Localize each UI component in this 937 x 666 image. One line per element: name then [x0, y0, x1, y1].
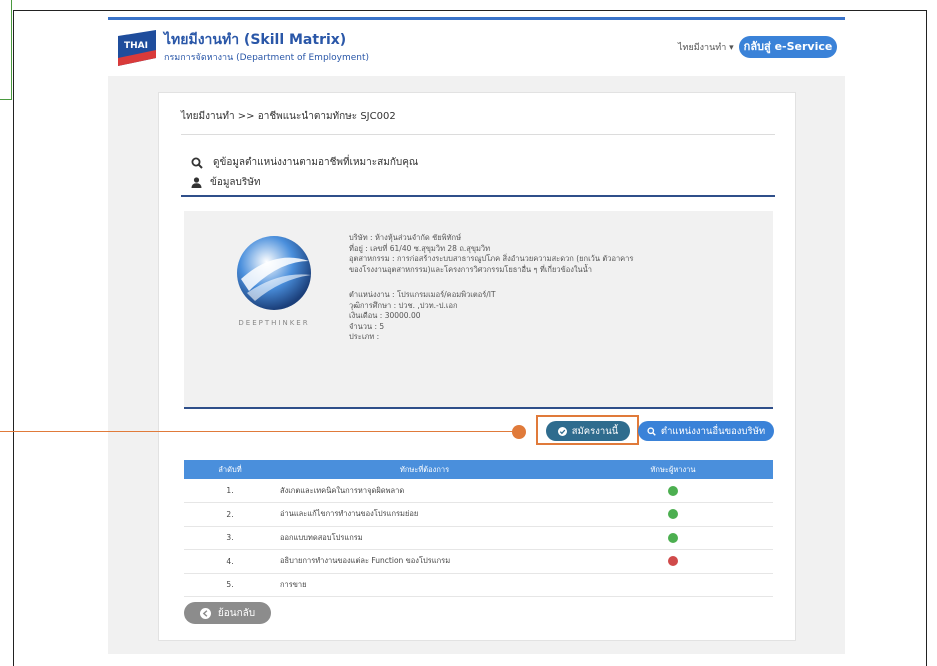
- company-address: ที่อยู่ : เลขที่ 61/40 ซ.สุขุมวิท 28 ถ.ส…: [349, 243, 491, 253]
- job-type: ประเภท :: [349, 332, 380, 341]
- svg-text:DEEPTHINKER: DEEPTHINKER: [238, 319, 309, 327]
- table-row: 2. อ่านและแก้ไขการทำงานของโปรแกรมย่อย: [184, 502, 773, 527]
- eservice-button[interactable]: กลับสู่ e-Service: [739, 36, 837, 58]
- row-number: 2.: [184, 502, 276, 527]
- check-circle-icon: [668, 532, 678, 543]
- check-circle-icon: [668, 509, 678, 520]
- job-position: ตำแหน่งงาน : โปรแกรมเมอร์/คอมพิวเตอร์/IT: [349, 290, 496, 299]
- table-row: 1. สังเกตและเทคนิคในการหาจุดผิดพลาด: [184, 479, 773, 503]
- apply-button[interactable]: สมัครงานนี้: [546, 421, 630, 441]
- row-skill: อ่านและแก้ไขการทำงานของโปรแกรมย่อย: [276, 502, 573, 527]
- other-jobs-button[interactable]: ตำแหน่งงานอื่นของบริษัท: [638, 421, 774, 441]
- company-logo-icon: DEEPTHINKER: [237, 236, 311, 327]
- company-heading-label: ข้อมูลบริษัท: [210, 177, 261, 188]
- row-number: 1.: [184, 479, 276, 503]
- table-row: 4. อธิบายการทำงานของแต่ละ Function ของโป…: [184, 549, 773, 574]
- site-header: THAI ไทยมีงานทำ (Skill Matrix) กรมการจัด…: [108, 20, 845, 76]
- annotation-dot: [512, 425, 526, 439]
- section-divider: [181, 195, 775, 197]
- company-name: บริษัท : ห้างหุ้นส่วนจำกัด ชัยพิทักษ์: [349, 233, 462, 242]
- search-heading-label: ดูข้อมูลตำแหน่งงานตามอาชีพที่เหมาะสมกับค…: [213, 157, 419, 168]
- back-button-label: ย้อนกลับ: [217, 607, 256, 619]
- row-number: 5.: [184, 573, 276, 597]
- job-count: จำนวน : 5: [349, 321, 385, 331]
- app-window: THAI ไทยมีงานทำ (Skill Matrix) กรมการจัด…: [108, 17, 845, 654]
- row-number: 3.: [184, 526, 276, 550]
- site-subtitle: กรมการจัดหางาน (Department of Employment…: [164, 53, 370, 63]
- site-title: ไทยมีงานทำ (Skill Matrix): [164, 32, 347, 48]
- content-card: ไทยมีงานทำ >> อาชีพแนะนำตามทักษะ SJC002 …: [158, 92, 796, 641]
- row-skill: อธิบายการทำงานของแต่ละ Function ของโปรแก…: [276, 549, 573, 574]
- table-row: 5. การขาย: [184, 573, 773, 597]
- company-info-panel: DEEPTHINKER บริษัท : ห้างหุ้นส่วนจำกัด ช…: [184, 211, 773, 407]
- job-salary: เงินเดือน : 30000.00: [349, 311, 421, 320]
- x-circle-icon: [668, 556, 678, 567]
- breadcrumb: ไทยมีงานทำ >> อาชีพแนะนำตามทักษะ SJC002: [181, 111, 396, 122]
- company-industry-2: ของโรงงานอุตสาหกรรม)และโครงการวิศวกรรมโย…: [349, 264, 593, 274]
- row-skill: การขาย: [276, 573, 573, 597]
- svg-text:THAI: THAI: [124, 41, 148, 51]
- other-jobs-button-label: ตำแหน่งงานอื่นของบริษัท: [660, 425, 766, 437]
- user-icon: [191, 177, 202, 188]
- thai-logo-icon: THAI: [118, 30, 156, 66]
- side-marker-box: [0, 0, 12, 100]
- search-heading: ดูข้อมูลตำแหน่งงานตามอาชีพที่เหมาะสมกับค…: [191, 155, 418, 170]
- row-skill: ออกแบบทดสอบโปรแกรม: [276, 526, 573, 550]
- check-circle-icon: [557, 426, 567, 436]
- company-details: บริษัท : ห้างหุ้นส่วนจำกัด ชัยพิทักษ์ ที…: [349, 233, 633, 343]
- col-header-required-skill: ทักษะที่ต้องการ: [276, 460, 573, 479]
- arrow-left-circle-icon: [199, 607, 211, 619]
- company-industry-1: อุตสาหกรรม : การก่อสร้างระบบสาธารณูปโภค …: [349, 254, 634, 263]
- company-heading: ข้อมูลบริษัท: [191, 175, 260, 190]
- panel-divider: [184, 407, 773, 409]
- divider: [181, 134, 775, 135]
- annotation-line: [0, 431, 513, 432]
- col-header-order: ลำดับที่: [184, 460, 276, 479]
- search-icon: [191, 157, 203, 169]
- row-number: 4.: [184, 549, 276, 574]
- back-button[interactable]: ย้อนกลับ: [184, 602, 271, 624]
- table-row: 3. ออกแบบทดสอบโปรแกรม: [184, 526, 773, 550]
- lang-dropdown[interactable]: ไทยมีงานทำ ▾: [678, 40, 734, 54]
- col-header-applicant-skill: ทักษะผู้หางาน: [573, 460, 773, 479]
- job-education: วุฒิการศึกษา : ปวช. ,ปวท.-ป.เอก: [349, 300, 458, 310]
- check-circle-icon: [668, 485, 678, 496]
- skills-table: ลำดับที่ ทักษะที่ต้องการ ทักษะผู้หางาน 1…: [184, 460, 773, 597]
- row-skill: สังเกตและเทคนิคในการหาจุดผิดพลาด: [276, 479, 573, 503]
- search-icon: [647, 426, 656, 436]
- apply-button-label: สมัครงานนี้: [571, 425, 619, 437]
